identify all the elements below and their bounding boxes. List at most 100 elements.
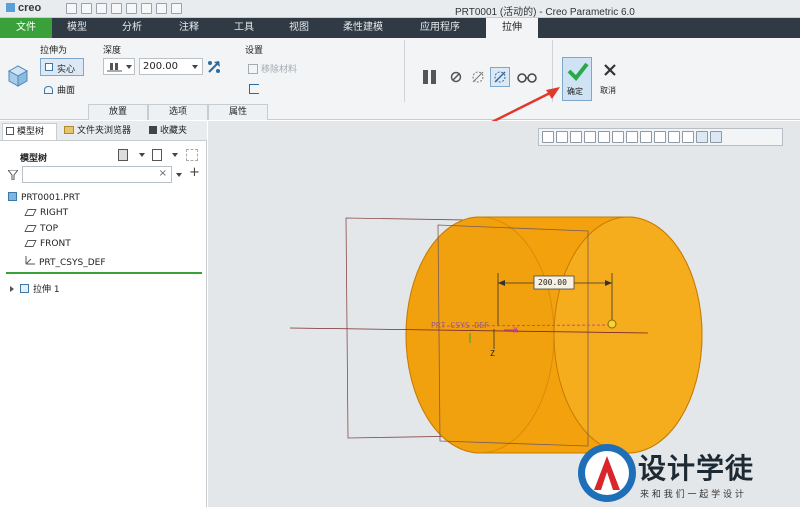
depth-value-input[interactable]: 200.00 bbox=[139, 58, 203, 75]
open-file-icon[interactable] bbox=[81, 3, 92, 14]
creo-logo-icon bbox=[6, 3, 15, 12]
datum-plane-icon bbox=[24, 209, 37, 216]
ribbon-separator bbox=[404, 40, 405, 102]
extrude-feature-icon bbox=[20, 284, 29, 293]
clear-search-icon[interactable]: × bbox=[159, 168, 167, 179]
app-logo: creo bbox=[6, 2, 41, 14]
surface-button[interactable]: 曲面 bbox=[44, 83, 75, 96]
depth-type-select[interactable] bbox=[103, 58, 135, 75]
tab-flexible-modeling[interactable]: 柔性建模 bbox=[330, 18, 396, 38]
tab-analysis[interactable]: 分析 bbox=[105, 18, 159, 38]
tree-item-extrude[interactable]: 拉伸 1 bbox=[10, 282, 60, 295]
tree-tools-icon[interactable] bbox=[118, 149, 128, 161]
remove-material-label: 移除材料 bbox=[261, 65, 298, 75]
tree-item-csys[interactable]: PRT_CSYS_DEF bbox=[24, 255, 106, 268]
tree-root[interactable]: PRT0001.PRT bbox=[8, 192, 80, 203]
ribbon-tab-bar: 文件 模型 分析 注释 工具 视图 柔性建模 应用程序 拉伸 bbox=[0, 18, 800, 38]
tree-item-front[interactable]: FRONT bbox=[24, 239, 71, 249]
cylinder-back-face bbox=[405, 216, 555, 454]
favorites-icon bbox=[149, 126, 157, 134]
extrude-ribbon: 拉伸为 实心 曲面 深度 200.00 设置 移除材料 确定 取消 放置 选项 … bbox=[0, 38, 800, 120]
window-title: PRT0001 (活动的) - Creo Parametric 6.0 bbox=[455, 7, 635, 18]
tab-tools[interactable]: 工具 bbox=[217, 18, 271, 38]
csys-icon bbox=[25, 256, 35, 265]
logo-text: creo bbox=[18, 2, 42, 14]
checkmark-icon bbox=[567, 62, 589, 82]
close-icon bbox=[604, 64, 616, 76]
depth-dimension-label[interactable]: 200.00 bbox=[538, 278, 567, 287]
chevron-down-icon[interactable] bbox=[172, 153, 178, 157]
watermark-logo-icon bbox=[578, 444, 636, 502]
tab-properties[interactable]: 属性 bbox=[208, 104, 268, 120]
tree-root-label: PRT0001.PRT bbox=[21, 193, 80, 203]
tab-options[interactable]: 选项 bbox=[148, 104, 208, 120]
navigator-panel: 模型树 文件夹浏览器 收藏夹 模型树 × + PRT0001.PRT RIGHT… bbox=[0, 121, 207, 507]
cancel-button[interactable]: 取消 bbox=[597, 57, 623, 101]
chevron-down-icon[interactable] bbox=[192, 65, 198, 69]
tab-model[interactable]: 模型 bbox=[52, 18, 102, 38]
pause-icon[interactable] bbox=[421, 69, 439, 85]
solid-button[interactable]: 实心 bbox=[40, 58, 84, 76]
remove-material-icon bbox=[248, 64, 258, 74]
model-tree-title: 模型树 bbox=[20, 154, 48, 164]
undo-icon[interactable] bbox=[111, 3, 122, 14]
x-axis-label: X bbox=[513, 326, 518, 335]
tab-file[interactable]: 文件 bbox=[0, 18, 52, 38]
chevron-down-icon[interactable] bbox=[139, 153, 145, 157]
flip-direction-icon[interactable] bbox=[206, 59, 222, 75]
tree-icon bbox=[6, 127, 14, 135]
drag-handle[interactable] bbox=[607, 319, 617, 329]
tree-filter-icon[interactable] bbox=[186, 149, 198, 161]
watermark-brand: 设计学徒 bbox=[638, 452, 755, 485]
windows-icon[interactable] bbox=[156, 3, 167, 14]
surface-icon bbox=[44, 86, 53, 94]
solid-icon bbox=[45, 63, 53, 71]
tab-model-tree-label: 模型树 bbox=[17, 127, 45, 137]
regenerate-icon[interactable] bbox=[141, 3, 152, 14]
tree-item-label: TOP bbox=[40, 224, 59, 234]
tab-annotate[interactable]: 注释 bbox=[162, 18, 216, 38]
folder-icon bbox=[64, 126, 74, 134]
tree-item-label: RIGHT bbox=[40, 208, 69, 218]
expand-arrow-icon[interactable] bbox=[10, 286, 14, 292]
ribbon-sub-tabs: 放置 选项 属性 bbox=[88, 104, 268, 120]
tab-favorites[interactable]: 收藏夹 bbox=[146, 123, 204, 140]
tree-item-label: FRONT bbox=[40, 239, 71, 249]
surface-label: 曲面 bbox=[57, 86, 76, 96]
close-window-icon[interactable] bbox=[171, 3, 182, 14]
tree-item-label: 拉伸 1 bbox=[33, 285, 60, 295]
show-settings-icon[interactable] bbox=[152, 149, 162, 161]
redo-icon[interactable] bbox=[126, 3, 137, 14]
tab-favorites-label: 收藏夹 bbox=[160, 126, 188, 136]
tree-search-input[interactable]: × bbox=[22, 166, 172, 183]
quick-access-toolbar bbox=[66, 3, 182, 15]
tree-item-label: PRT_CSYS_DEF bbox=[39, 258, 106, 268]
tab-extrude[interactable]: 拉伸 bbox=[486, 18, 538, 38]
new-file-icon[interactable] bbox=[66, 3, 77, 14]
extrude-as-label: 拉伸为 bbox=[40, 46, 68, 56]
z-axis-label: Z bbox=[490, 349, 495, 358]
filter-icon[interactable] bbox=[8, 170, 18, 180]
extrude-cube-icon bbox=[7, 65, 29, 87]
save-icon[interactable] bbox=[96, 3, 107, 14]
thicken-sketch-icon[interactable] bbox=[249, 84, 259, 94]
settings-label: 设置 bbox=[245, 46, 264, 56]
tab-view[interactable]: 视图 bbox=[272, 18, 326, 38]
tree-item-right[interactable]: RIGHT bbox=[24, 208, 69, 218]
watermark-slogan: 来 和 我 们 一 起 学 设 计 bbox=[640, 490, 744, 500]
remove-material-button[interactable]: 移除材料 bbox=[248, 62, 297, 75]
tab-model-tree[interactable]: 模型树 bbox=[2, 123, 57, 140]
tab-placement[interactable]: 放置 bbox=[88, 104, 148, 120]
title-bar: creo PRT0001 (活动的) - Creo Parametric 6.0 bbox=[0, 0, 800, 18]
tab-folder-browser[interactable]: 文件夹浏览器 bbox=[61, 123, 143, 140]
tree-item-top[interactable]: TOP bbox=[24, 224, 59, 234]
tab-folder-browser-label: 文件夹浏览器 bbox=[77, 126, 132, 136]
datum-plane-icon bbox=[24, 225, 37, 232]
add-icon[interactable]: + bbox=[189, 165, 200, 180]
datum-plane-icon bbox=[24, 240, 37, 247]
chevron-down-icon[interactable] bbox=[176, 173, 182, 177]
graphics-window[interactable]: 200.00 PRT_CSYS_DEF Z X 设计学徒 来 和 我 们 一 起… bbox=[208, 121, 800, 507]
insert-here-marker bbox=[6, 272, 202, 274]
navigator-tabs: 模型树 文件夹浏览器 收藏夹 bbox=[0, 121, 207, 141]
tab-applications[interactable]: 应用程序 bbox=[404, 18, 476, 38]
